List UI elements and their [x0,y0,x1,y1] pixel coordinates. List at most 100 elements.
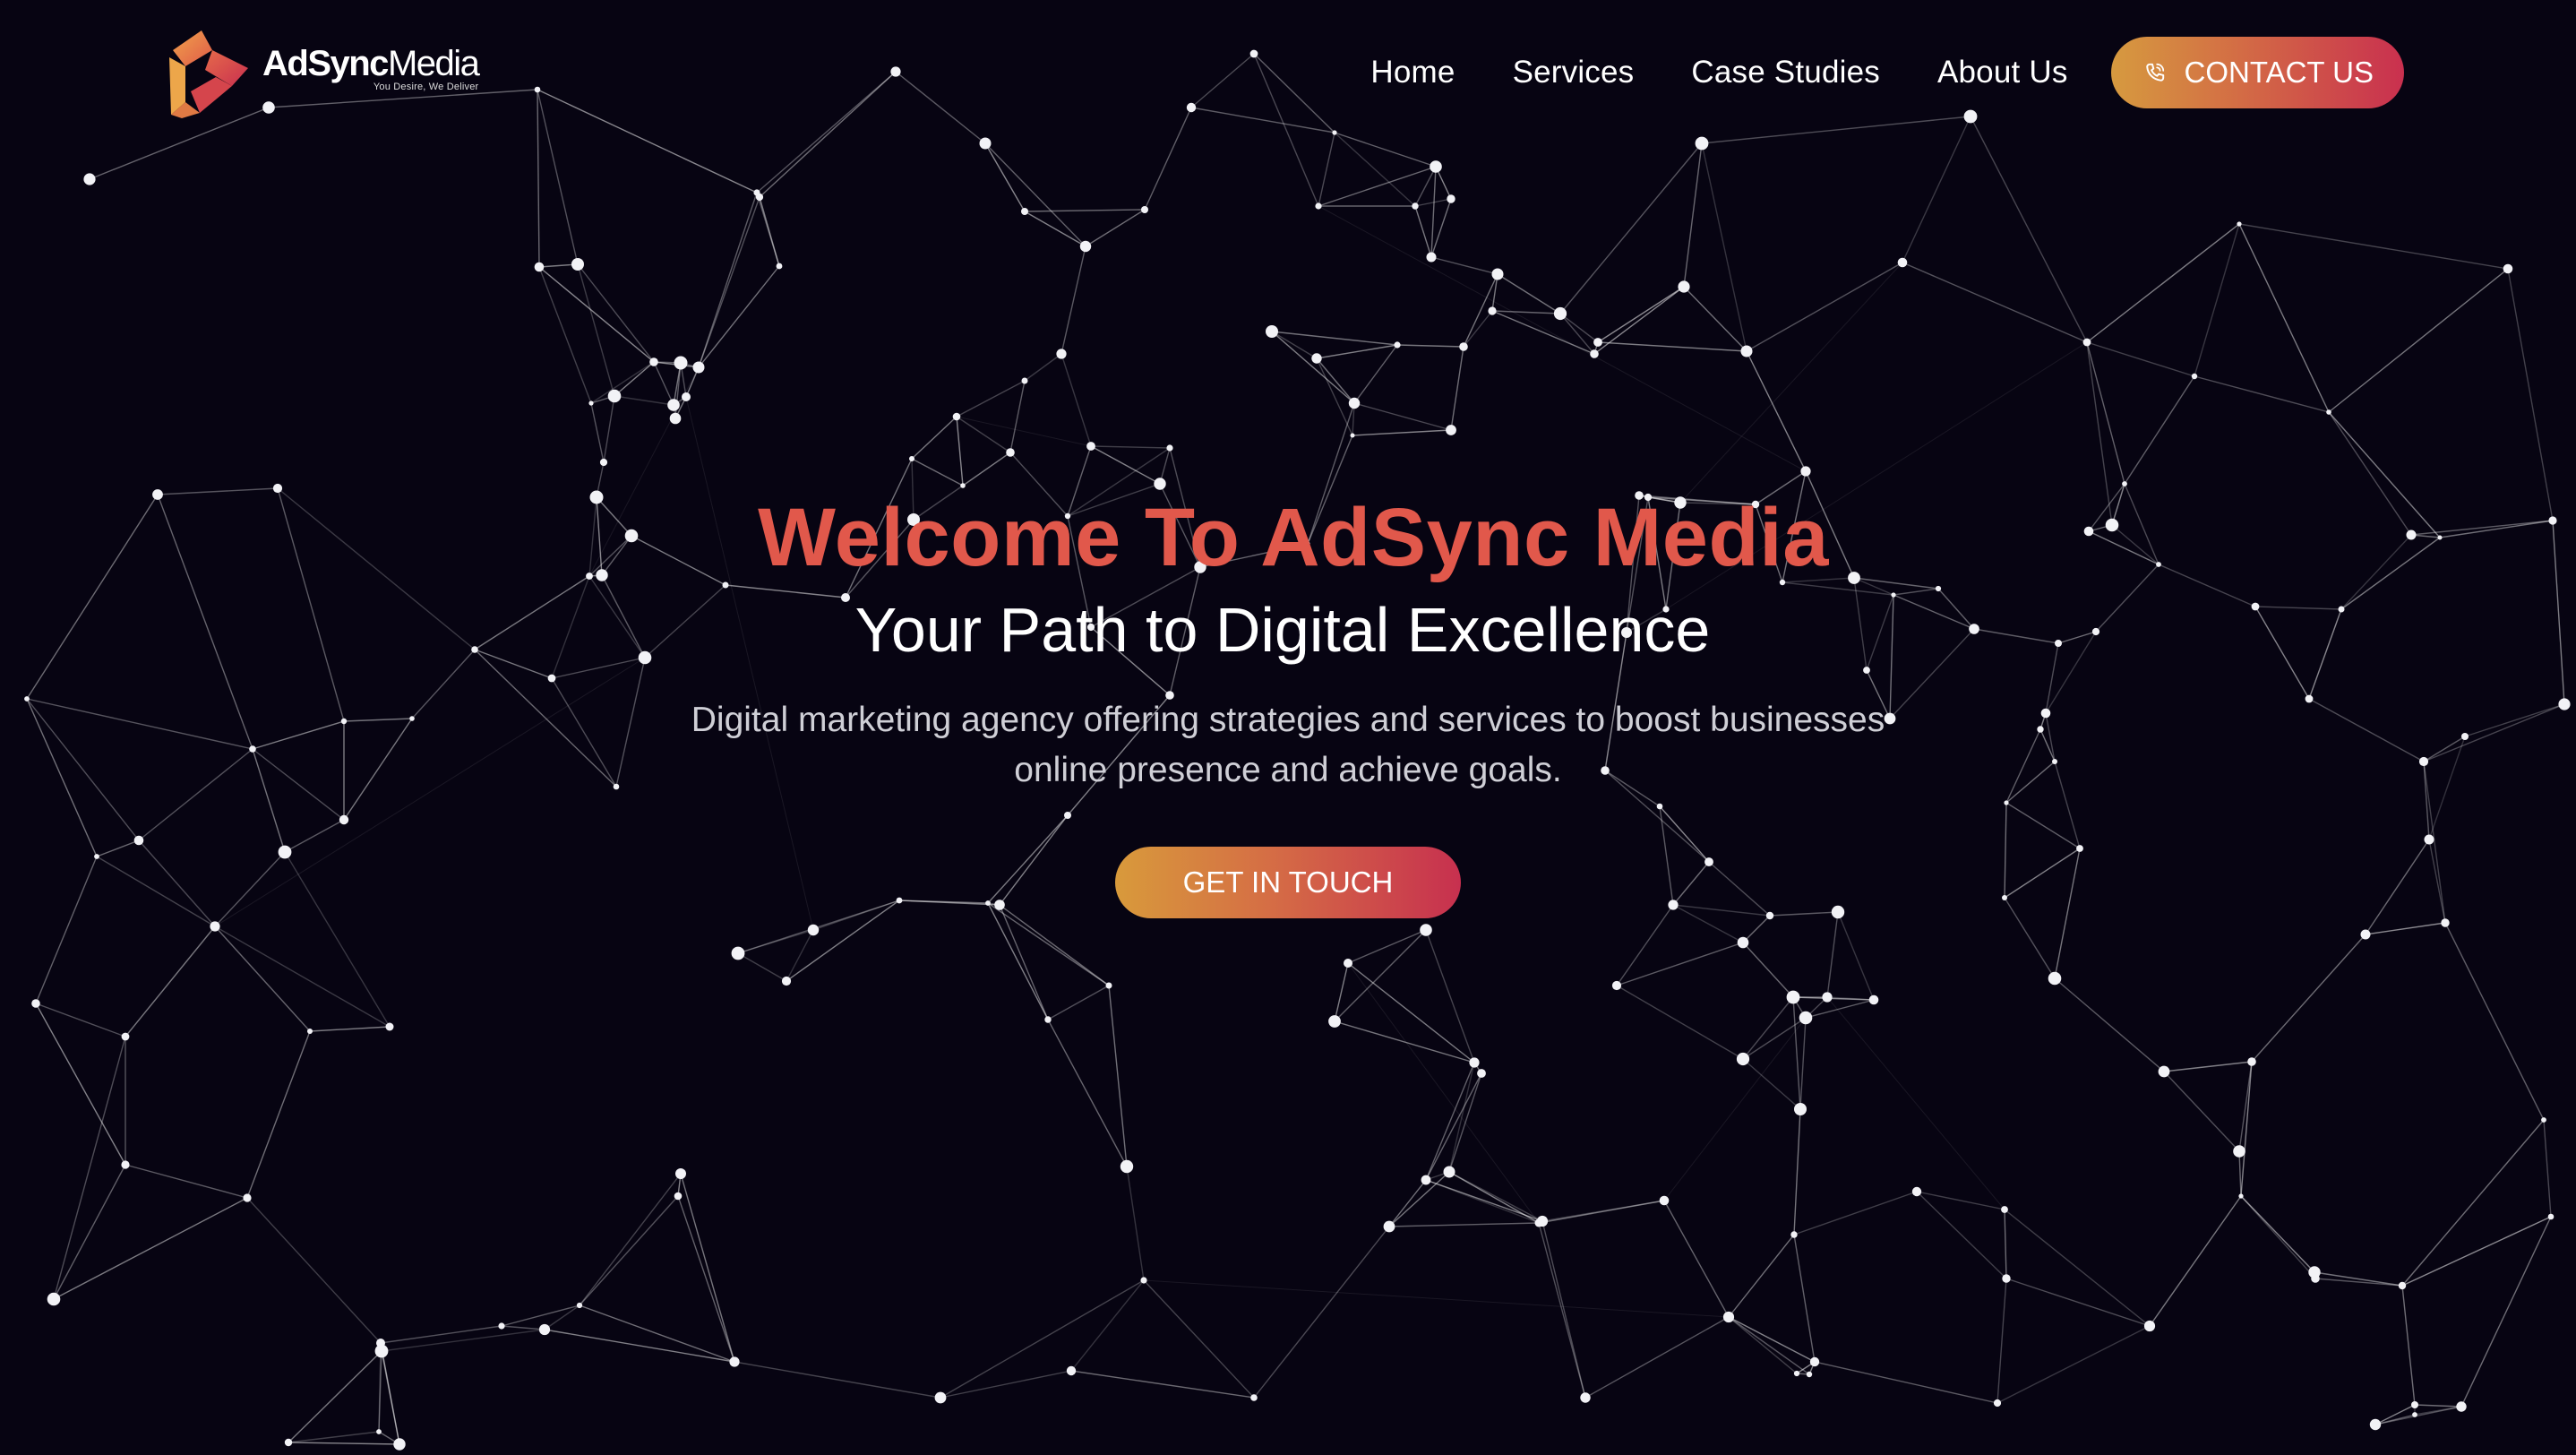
network-node [1736,1052,1750,1066]
network-node [2158,1065,2170,1078]
network-node [669,412,682,425]
network-line [677,1195,735,1363]
network-node [952,412,961,421]
network-node [1740,345,1753,357]
network-line [1334,1020,1475,1063]
network-line [1334,962,1349,1022]
network-node [534,262,545,272]
network-node [1426,252,1437,263]
network-line [579,1304,735,1363]
network-node [1056,349,1067,359]
nav-link-case-studies[interactable]: Case Studies [1691,55,1880,90]
network-node [781,976,792,986]
network-node [1737,936,1749,949]
network-node [2441,918,2450,927]
network-node [909,456,914,461]
network-line [501,1304,580,1327]
network-line [1663,1200,1730,1318]
network-node [2398,1281,2407,1290]
network-node [1722,1311,1735,1323]
network-line [1597,286,1685,343]
network-line [2004,1209,2007,1279]
network-node [1350,433,1355,438]
network-line [737,952,787,982]
network-line [940,1370,1072,1399]
network-node [1344,959,1352,968]
network-line [1814,1361,1998,1404]
network-line [940,1279,1145,1399]
network-line [2194,223,2240,377]
network-line [2401,1285,2416,1406]
network-node [675,1168,686,1179]
network-line [1414,205,1432,258]
network-line [2005,1278,2151,1327]
network-node [2238,1193,2244,1199]
network-node [674,1192,683,1201]
network-line [1253,1226,1390,1399]
network-line [288,1431,380,1443]
network-line [614,361,655,397]
network-line [698,265,780,368]
network-line [1425,1062,1475,1181]
site-header: AdSyncMedia You Desire, We Deliver Home … [0,0,2576,145]
network-line [680,1173,735,1363]
network-line [53,1197,248,1300]
get-in-touch-button[interactable]: GET IN TOUCH [1115,847,1461,918]
network-node [1430,160,1442,173]
network-line [2414,1404,2462,1408]
phone-icon [2145,63,2164,82]
brand-name-bold: AdSync [262,44,389,83]
network-line [1396,344,1464,348]
network-line [577,263,615,397]
network-line [2401,1119,2545,1287]
network-node [1394,341,1401,349]
network-node [1993,1399,2002,1408]
network-node [674,356,688,370]
network-node [934,1391,947,1404]
network-line [1793,1191,1918,1235]
network-line [1559,313,1599,343]
network-node [1315,202,1322,210]
network-line [1316,357,1355,404]
network-line [1996,1278,2007,1404]
network-line [1047,985,1110,1020]
brand-logo[interactable]: AdSyncMedia You Desire, We Deliver [166,27,480,120]
network-line [544,1304,580,1330]
network-line [2124,375,2195,485]
network-node [649,357,658,366]
nav-link-about-us[interactable]: About Us [1937,55,2068,90]
network-line [35,1003,126,1037]
network-line-faint [1679,262,1903,504]
network-line [1085,209,1146,247]
network-line [1448,1171,1543,1222]
network-line [2238,223,2509,270]
network-node [1443,1166,1455,1178]
network-node [2456,1401,2467,1412]
network-node [1266,325,1278,338]
network-line [1742,942,1794,998]
network-line [1728,1316,1816,1363]
network-node [1897,257,1908,268]
network-node [1822,992,1833,1003]
network-line [1060,245,1086,355]
network-node [1420,924,1432,936]
network-line [2543,1119,2552,1218]
network-line-faint [1663,1017,1807,1201]
main-nav: Home Services Case Studies About Us CONT… [1370,37,2404,108]
network-node [1611,980,1622,991]
nav-link-home[interactable]: Home [1370,55,1455,90]
network-line [1793,1108,1801,1235]
network-node [1311,353,1322,364]
network-line [1616,985,1744,1060]
network-node [2233,1145,2245,1158]
nav-link-services[interactable]: Services [1513,55,1635,90]
network-line [2194,375,2330,413]
network-line [214,926,391,1028]
contact-us-button[interactable]: CONTACT US [2110,37,2404,108]
network-line [1425,1072,1482,1181]
network-line [1024,209,1146,212]
network-line [1060,353,1092,447]
network-node [1459,342,1468,351]
network-line [1425,929,1475,1063]
network-line [2238,1150,2242,1197]
